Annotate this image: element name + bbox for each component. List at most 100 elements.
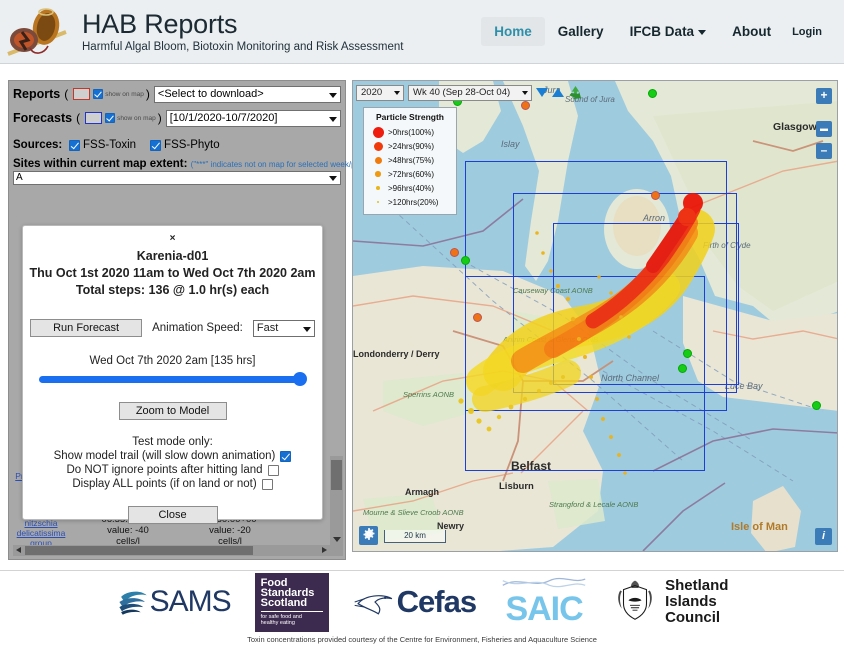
chevron-down-icon — [329, 93, 337, 98]
paren-open: ( — [64, 87, 68, 101]
gear-icon[interactable] — [359, 526, 378, 545]
site-marker[interactable] — [812, 401, 821, 410]
year-select[interactable]: 2020 — [356, 85, 404, 101]
site-marker[interactable] — [461, 256, 470, 265]
map-info-button[interactable]: i — [815, 528, 832, 545]
forecasts-show-on-map-checkbox[interactable] — [105, 113, 115, 123]
sites-select[interactable]: A — [13, 171, 341, 185]
legend-entry: >120hrs(20%) — [368, 195, 452, 209]
source-fss-toxin-checkbox[interactable] — [69, 140, 80, 151]
chevron-down-icon — [329, 117, 337, 122]
source-fss-toxin-label: FSS-Toxin — [83, 139, 136, 151]
logo-cefas: Cefas — [353, 584, 476, 620]
reports-download-value: <Select to download> — [158, 88, 264, 100]
scrollbar-thumb[interactable] — [331, 460, 342, 490]
option-row-model-trail[interactable]: Show model trail (will slow down animati… — [23, 450, 322, 462]
forecasts-color-swatch[interactable] — [85, 112, 102, 124]
site-marker[interactable] — [683, 349, 692, 358]
year-value: 2020 — [361, 87, 382, 98]
zoom-out-button[interactable]: – — [816, 143, 832, 159]
chevron-down-icon[interactable] — [333, 537, 341, 542]
nav-gallery[interactable]: Gallery — [545, 17, 617, 46]
table-vertical-scrollbar[interactable] — [330, 456, 343, 556]
timestep-slider[interactable] — [39, 372, 306, 386]
close-icon[interactable]: × — [23, 234, 322, 244]
close-dialog-button[interactable]: Close — [128, 506, 218, 524]
paren-close: ) — [146, 87, 150, 101]
legend-entry: >96hrs(40%) — [368, 181, 452, 195]
saic-wave-icon — [500, 576, 588, 590]
option-checkbox-model-trail[interactable] — [280, 451, 291, 462]
slider-track[interactable] — [39, 376, 306, 383]
reports-color-swatch[interactable] — [73, 88, 90, 100]
legend-title: Particle Strength — [368, 112, 452, 122]
hab-logo-icon — [4, 2, 76, 62]
triangle-down-icon[interactable] — [536, 88, 548, 97]
recycle-icon[interactable] — [568, 85, 583, 100]
forecasts-week-select[interactable]: [10/1/2020-10/7/2020] — [166, 110, 341, 127]
test-mode-header: Test mode only: — [23, 436, 322, 448]
nav-about[interactable]: About — [719, 17, 784, 46]
cefas-wordmark: Cefas — [397, 584, 476, 620]
legend-label: >96hrs(40%) — [388, 184, 434, 193]
logo-sams: SAMS — [116, 585, 231, 619]
site-marker[interactable] — [521, 101, 530, 110]
dialog-title: Karenia-d01 — [23, 249, 322, 263]
forecast-map[interactable]: 2020 Wk 40 (Sep 28-Oct 04) Particle Stre… — [352, 80, 838, 552]
sources-label: Sources: — [13, 139, 69, 151]
option-checkbox-display-all[interactable] — [262, 479, 273, 490]
slider-handle[interactable] — [293, 372, 307, 386]
table-horizontal-scrollbar[interactable] — [13, 545, 330, 556]
chevron-left-icon[interactable] — [16, 547, 21, 553]
reports-show-on-map-label: show on map — [105, 91, 144, 98]
content-stage: Reports ( show on map ) <Select to downl… — [0, 65, 844, 570]
run-forecast-button[interactable]: Run Forecast — [30, 319, 142, 337]
triangle-up-icon[interactable] — [552, 88, 564, 97]
legend-label: >24hrs(90%) — [388, 142, 434, 151]
fss-tagline2: healthy eating — [261, 620, 323, 627]
cefas-fish-icon — [353, 586, 397, 618]
option-checkbox-ignore-land[interactable] — [268, 465, 279, 476]
zoom-in-button[interactable]: + — [816, 88, 832, 104]
sample-value: value: -20 — [187, 525, 273, 536]
scrollbar-thumb[interactable] — [25, 546, 253, 555]
legend-label: >120hrs(20%) — [388, 198, 438, 207]
site-marker[interactable] — [651, 191, 660, 200]
chevron-right-icon[interactable] — [322, 547, 327, 553]
zoom-home-button[interactable]: ▬ — [816, 121, 832, 137]
option-row-ignore-land[interactable]: Do NOT ignore points after hitting land — [23, 464, 322, 476]
site-marker[interactable] — [473, 313, 482, 322]
shetland-crest-icon — [612, 579, 658, 625]
forecasts-show-on-map-label: show on map — [117, 115, 156, 122]
map-toolbar: 2020 Wk 40 (Sep 28-Oct 04) — [356, 84, 583, 101]
week-select[interactable]: Wk 40 (Sep 28-Oct 04) — [408, 85, 532, 101]
sic-line1: Shetland — [665, 578, 728, 594]
logo-saic: SAIC — [500, 576, 588, 629]
legend-swatch — [368, 201, 388, 204]
nav-home[interactable]: Home — [481, 17, 545, 46]
option-row-display-all[interactable]: Display ALL points (if on land or not) — [23, 478, 322, 490]
sites-label: Sites within current map extent: — [13, 158, 187, 170]
timestep-label: Wed Oct 7th 2020 2am [135 hrs] — [23, 355, 322, 367]
sources-row: Sources: FSS-Toxin FSS-Phyto — [9, 134, 345, 156]
site-marker[interactable] — [450, 248, 459, 257]
source-fss-phyto-checkbox[interactable] — [150, 140, 161, 151]
legend-entry: >72hrs(60%) — [368, 167, 452, 181]
run-row: Run Forecast Animation Speed: Fast — [23, 319, 322, 337]
logo-food-standards-scotland: Food Standards Scotland for safe food an… — [255, 573, 329, 632]
site-marker[interactable] — [648, 89, 657, 98]
reports-download-select[interactable]: <Select to download> — [154, 86, 341, 103]
nav-login[interactable]: Login — [784, 22, 830, 42]
site-marker[interactable] — [678, 364, 687, 373]
fss-divider — [261, 611, 323, 612]
nav-ifcb-data[interactable]: IFCB Data — [617, 17, 720, 46]
legend-entry: >24hrs(90%) — [368, 139, 452, 153]
reports-show-on-map-checkbox[interactable] — [93, 89, 103, 99]
legend-swatch — [368, 157, 388, 164]
week-value: Wk 40 (Sep 28-Oct 04) — [413, 87, 510, 98]
option-label-display-all: Display ALL points (if on land or not) — [72, 478, 256, 490]
animation-speed-select[interactable]: Fast — [253, 320, 315, 337]
zoom-to-model-button[interactable]: Zoom to Model — [119, 402, 227, 420]
animation-speed-value: Fast — [257, 322, 278, 334]
source-fss-phyto-label: FSS-Phyto — [164, 139, 220, 151]
